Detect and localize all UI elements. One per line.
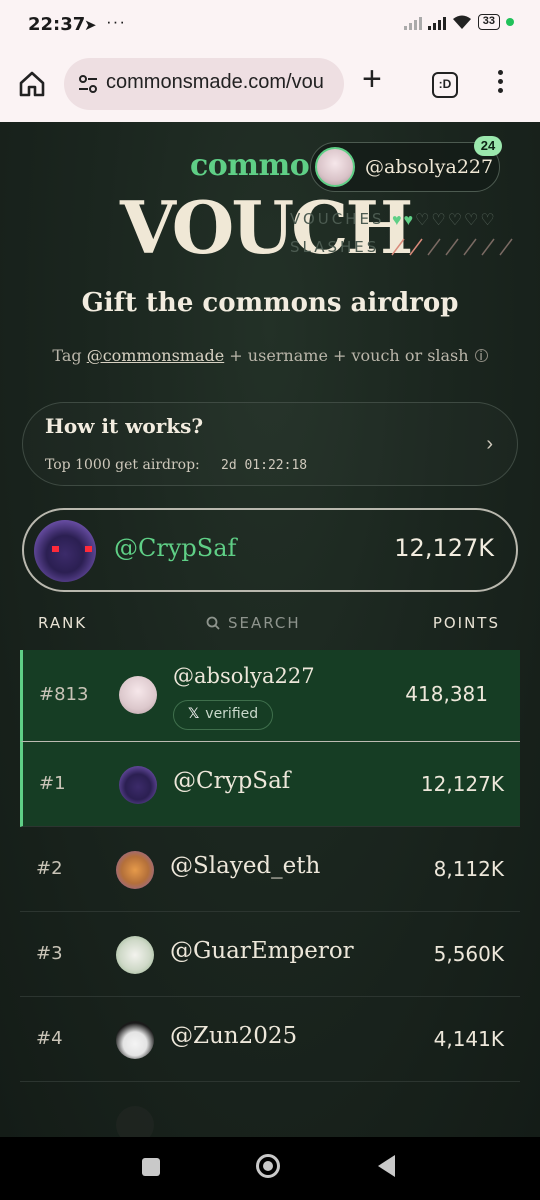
table-row-self[interactable]: #813 @absolya227 𝕏verified 418,381 xyxy=(20,650,520,742)
status-time: 22:37 xyxy=(28,14,86,35)
wifi-icon xyxy=(452,15,471,29)
signal-sim1-icon xyxy=(427,14,446,30)
row-points: 5,560K xyxy=(433,942,504,966)
row-handle: @CrypSaf xyxy=(173,768,291,794)
avatar xyxy=(34,520,96,582)
info-icon[interactable]: i xyxy=(474,349,488,362)
row-rank: #1 xyxy=(39,773,66,794)
my-points: 12,127K xyxy=(394,534,494,562)
site-settings-icon[interactable] xyxy=(78,75,98,93)
heart-filled-icon: ♥ xyxy=(403,212,415,229)
slashes-marks-icon xyxy=(391,238,513,256)
new-tab-button[interactable]: + xyxy=(362,62,382,96)
notification-count-badge: 24 xyxy=(474,136,502,156)
home-icon[interactable] xyxy=(18,70,46,98)
avatar xyxy=(315,147,355,187)
user-profile-pill[interactable]: @absolya227 xyxy=(310,142,500,192)
status-bar: 22:37 ➤ ··· 33 xyxy=(0,0,540,50)
tab-switcher-button[interactable]: :D xyxy=(432,72,458,98)
row-rank: #3 xyxy=(36,943,63,964)
row-points: 4,141K xyxy=(433,1027,504,1051)
row-handle: @absolya227 xyxy=(173,664,315,688)
search-icon xyxy=(206,616,220,630)
telegram-icon: ➤ xyxy=(84,17,97,34)
browser-menu-icon[interactable] xyxy=(498,70,506,97)
my-score-card[interactable]: @CrypSaf 12,127K xyxy=(22,508,518,592)
leaderboard-list: #813 @absolya227 𝕏verified 418,381 #1 @C… xyxy=(20,650,520,1137)
heart-empty-icon: ♡ xyxy=(447,212,465,229)
chevron-right-icon: › xyxy=(486,433,493,455)
heart-empty-icon: ♡ xyxy=(415,212,432,229)
commonsmade-link[interactable]: @commonsmade xyxy=(87,346,225,365)
heart-empty-icon: ♡ xyxy=(480,212,497,229)
airdrop-countdown: 2d 01:22:18 xyxy=(221,458,308,473)
user-handle: @absolya227 xyxy=(365,156,494,178)
my-handle: @CrypSaf xyxy=(114,534,237,562)
page-subline: Tag @commonsmade + username + vouch or s… xyxy=(0,346,540,365)
recents-button[interactable] xyxy=(142,1158,160,1176)
subline-prefix: Tag xyxy=(52,346,87,365)
row-handle: @GuarEmperor xyxy=(170,938,354,964)
brand-vouch-logo: VOUCH xyxy=(120,185,413,270)
page-headline: Gift the commons airdrop xyxy=(81,288,459,318)
table-row[interactable] xyxy=(20,1082,520,1137)
heart-filled-icon: ♥ xyxy=(392,212,404,229)
how-it-works-card[interactable]: How it works? Top 1000 get airdrop: 2d 0… xyxy=(22,402,518,486)
row-points: 418,381 xyxy=(405,682,488,706)
search-placeholder: SEARCH xyxy=(228,614,301,632)
avatar xyxy=(119,676,157,714)
table-row[interactable]: #1 @CrypSaf 12,127K xyxy=(20,742,520,827)
signal-sim2-icon xyxy=(403,14,422,30)
more-notifications-icon: ··· xyxy=(106,12,126,31)
battery-icon: 33 xyxy=(477,14,500,30)
avatar xyxy=(116,1106,154,1137)
rank-column-header: RANK xyxy=(38,614,88,632)
airdrop-label: Top 1000 get airdrop: xyxy=(45,457,200,473)
verified-badge: 𝕏verified xyxy=(173,700,274,730)
vouches-hearts: ♥♥♡♡♡♡♡ xyxy=(392,210,497,230)
row-handle: @Slayed_eth xyxy=(170,853,321,879)
heart-empty-icon: ♡ xyxy=(431,212,448,229)
url-text: commonsmade.com/vou xyxy=(106,71,324,93)
row-rank: #4 xyxy=(36,1028,63,1049)
heart-empty-icon: ♡ xyxy=(464,212,481,229)
row-handle: @Zun2025 xyxy=(170,1023,298,1049)
verified-label: verified xyxy=(205,706,259,722)
system-navigation-bar xyxy=(0,1137,540,1200)
table-row[interactable]: #2 @Slayed_eth 8,112K xyxy=(20,827,520,912)
avatar xyxy=(116,936,154,974)
leaderboard-header: RANK SEARCH POINTS xyxy=(0,614,540,640)
brand-commons-text: commo xyxy=(190,148,310,183)
slashes-label: SLASHES xyxy=(290,238,380,256)
back-button[interactable] xyxy=(378,1155,395,1177)
address-bar[interactable]: commonsmade.com/vou xyxy=(64,58,344,110)
privacy-indicator-icon xyxy=(506,18,514,26)
row-points: 12,127K xyxy=(420,772,504,796)
row-points: 8,112K xyxy=(433,857,504,881)
table-row[interactable]: #4 @Zun2025 4,141K xyxy=(20,997,520,1082)
vouches-label: VOUCHES xyxy=(290,210,385,228)
home-button[interactable] xyxy=(256,1154,280,1178)
page-content: commo VOUCH @absolya227 24 VOUCHES ♥♥♡♡♡… xyxy=(0,122,540,1137)
avatar xyxy=(119,766,157,804)
row-rank: #2 xyxy=(36,858,63,879)
points-column-header: POINTS xyxy=(432,614,500,632)
row-rank: #813 xyxy=(39,684,89,705)
subline-rest: + username + vouch or slash xyxy=(224,346,469,365)
how-it-works-title: How it works? xyxy=(45,414,204,438)
x-logo-icon: 𝕏 xyxy=(188,706,200,722)
table-row[interactable]: #3 @GuarEmperor 5,560K xyxy=(20,912,520,997)
browser-toolbar: commonsmade.com/vou + :D xyxy=(0,50,540,122)
avatar xyxy=(116,851,154,889)
search-input[interactable]: SEARCH xyxy=(206,614,301,632)
avatar xyxy=(116,1021,154,1059)
